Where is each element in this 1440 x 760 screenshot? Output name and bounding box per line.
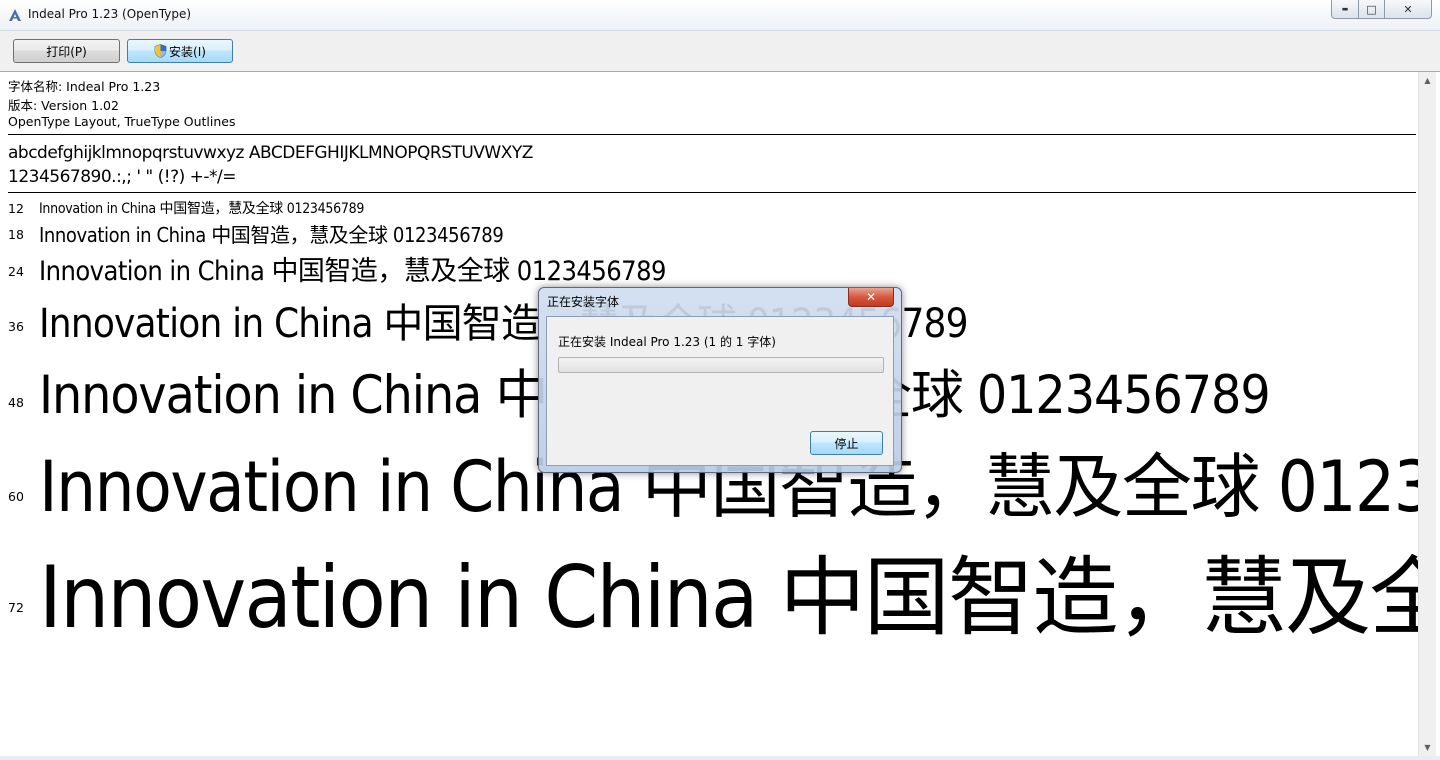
divider <box>8 134 1416 135</box>
divider <box>8 192 1416 193</box>
size-label: 12 <box>8 201 24 216</box>
sample-row-24: 24 Innovation in China 中国智造，慧及全球 0123456… <box>0 249 1418 287</box>
size-label: 72 <box>8 600 24 615</box>
size-label: 24 <box>8 264 24 279</box>
install-button-label: 安装(I) <box>169 44 206 59</box>
close-icon: ✕ <box>865 290 877 304</box>
size-label: 18 <box>8 227 24 242</box>
vertical-scrollbar[interactable]: ▲ ▼ <box>1418 72 1436 756</box>
install-button[interactable]: 安装(I) <box>127 39 233 63</box>
sample-text: Innovation in China 中国智造，慧及全球 0123456789 <box>39 256 666 287</box>
sample-text: Innovation in China 中国智造，慧及全球 0123456789 <box>39 548 1418 648</box>
charset-letters: abcdefghijklmnopqrstuvwxyz ABCDEFGHIJKLM… <box>8 143 533 163</box>
font-format-line: OpenType Layout, TrueType Outlines <box>8 114 236 129</box>
size-label: 36 <box>8 319 24 334</box>
maximize-icon: □ <box>1366 2 1377 16</box>
window-title: Indeal Pro 1.23 (OpenType) <box>28 7 192 21</box>
caption-buttons: ▬ □ ✕ <box>1331 0 1432 20</box>
maximize-button[interactable]: □ <box>1359 0 1385 19</box>
toolbar: 打印(P) 安装(I) <box>0 31 1440 72</box>
sample-row-18: 18 Innovation in China 中国智造，慧及全球 0123456… <box>0 219 1418 247</box>
close-button[interactable]: ✕ <box>1385 0 1432 19</box>
dialog-body: 正在安装 Indeal Pro 1.23 (1 的 1 字体) 停止 <box>546 316 894 466</box>
font-name-line: 字体名称: Indeal Pro 1.23 <box>8 79 161 94</box>
minimize-button[interactable]: ▬ <box>1331 0 1359 19</box>
stop-button[interactable]: 停止 <box>810 431 883 455</box>
font-version-line: 版本: Version 1.02 <box>8 98 119 113</box>
close-icon: ✕ <box>1403 2 1413 16</box>
sample-row-72: 72 Innovation in China 中国智造，慧及全球 0123456… <box>0 527 1418 648</box>
print-button[interactable]: 打印(P) <box>13 39 120 63</box>
size-label: 60 <box>8 489 24 504</box>
install-progress-bar <box>558 357 884 373</box>
font-app-icon <box>9 9 21 21</box>
sample-text: Innovation in China 中国智造，慧及全球 0123456789 <box>39 201 365 217</box>
size-label: 48 <box>8 395 24 410</box>
sample-text: Innovation in China 中国智造，慧及全球 0123456789 <box>39 223 504 247</box>
charset-digits: 1234567890.:,; ' " (!?) +-*/= <box>8 167 236 187</box>
dialog-close-button[interactable]: ✕ <box>848 288 894 307</box>
window-bottom-edge <box>0 756 1440 760</box>
window-titlebar: Indeal Pro 1.23 (OpenType) ▬ □ ✕ <box>0 0 1440 31</box>
scroll-down-arrow-icon[interactable]: ▼ <box>1419 739 1436 756</box>
installing-font-dialog: 正在安装字体 ✕ 正在安装 Indeal Pro 1.23 (1 的 1 字体)… <box>538 287 902 473</box>
scroll-up-arrow-icon[interactable]: ▲ <box>1419 72 1436 89</box>
minimize-icon: ▬ <box>1341 5 1349 13</box>
dialog-message: 正在安装 Indeal Pro 1.23 (1 的 1 字体) <box>558 335 776 349</box>
sample-row-12: 12 Innovation in China 中国智造，慧及全球 0123456… <box>0 198 1418 217</box>
stop-button-label: 停止 <box>834 436 859 451</box>
print-button-label: 打印(P) <box>46 44 87 59</box>
dialog-title: 正在安装字体 <box>547 295 620 309</box>
uac-shield-icon <box>154 44 167 58</box>
